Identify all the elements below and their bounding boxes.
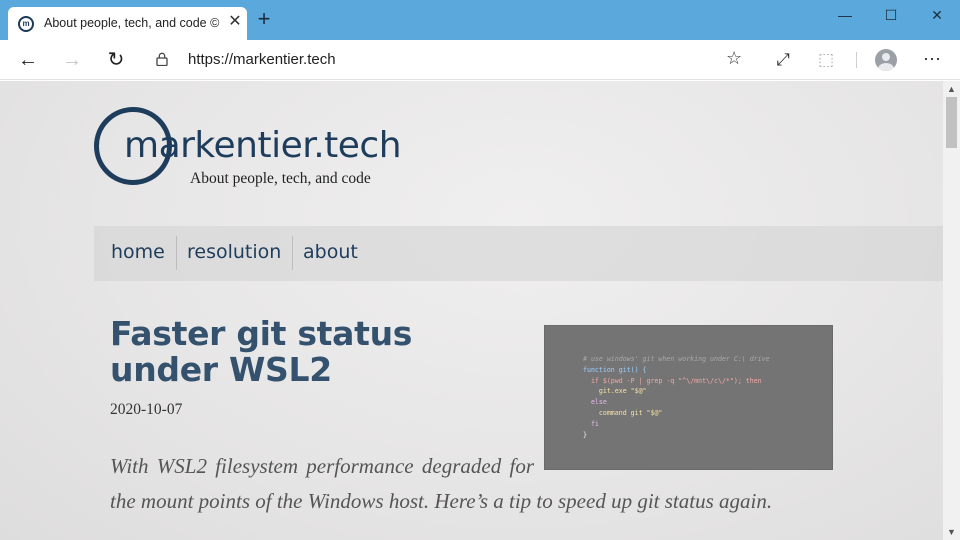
new-tab-button[interactable]: + (252, 8, 276, 32)
close-window-button[interactable]: ✕ (914, 4, 960, 30)
post-title[interactable]: Faster git status under WSL2 (110, 316, 530, 388)
nav-link-home[interactable]: home (111, 238, 165, 266)
more-menu-icon[interactable]: ··· (920, 49, 944, 71)
toolbar-divider (856, 52, 857, 68)
nav-divider (292, 236, 293, 270)
code-line: command git "$@" (598, 408, 663, 417)
profile-avatar-icon[interactable] (875, 49, 897, 71)
post-date: 2020-10-07 (110, 401, 183, 418)
tab-title: About people, tech, and code © (44, 16, 220, 30)
extension-icon[interactable]: ⬚ (815, 49, 837, 71)
nav-divider (176, 236, 177, 270)
refresh-button[interactable]: ↻ (102, 46, 130, 74)
forward-button[interactable]: → (58, 46, 86, 74)
scroll-up-icon[interactable]: ▲ (947, 84, 956, 94)
code-line: function git() { (583, 365, 647, 374)
code-snippet: # use windows' git when working under C:… (583, 354, 770, 440)
excerpt-line: the mount points of the Windows host. He… (110, 489, 773, 513)
site-tagline: About people, tech, and code (190, 170, 371, 187)
browser-tab[interactable]: m About people, tech, and code © ✕ (8, 7, 247, 40)
scrollbar-thumb[interactable] (946, 97, 957, 148)
code-comment: # use windows' git when working under C:… (583, 355, 770, 363)
immersive-reader-icon[interactable]: ⤢ (772, 49, 794, 71)
maximize-button[interactable]: ☐ (868, 4, 914, 30)
nav-link-about[interactable]: about (303, 238, 358, 266)
code-line: git.exe "$@" (598, 387, 647, 396)
site-nav: home resolution about (94, 226, 943, 281)
vertical-scrollbar[interactable]: ▲ ▼ (943, 81, 960, 540)
code-line: } (583, 430, 587, 439)
title-bar: m About people, tech, and code © ✕ + — ☐… (0, 0, 960, 40)
tab-close-icon[interactable]: ✕ (226, 12, 244, 32)
site-logo[interactable]: markentier.tech (124, 125, 402, 166)
page-viewport: markentier.tech About people, tech, and … (0, 81, 943, 540)
browser-toolbar: ← → ↻ https://markentier.tech ☆ ⤢ ⬚ ··· (0, 40, 960, 80)
minimize-button[interactable]: — (822, 4, 868, 30)
code-line: fi (590, 419, 599, 428)
lock-icon (156, 52, 168, 66)
code-line: if $(pwd -P | grep -q "^\/mnt\/c\/*"); t… (590, 376, 762, 385)
url-text[interactable]: https://markentier.tech (188, 51, 336, 68)
favorite-star-icon[interactable]: ☆ (726, 48, 742, 69)
back-button[interactable]: ← (14, 46, 42, 74)
scroll-down-icon[interactable]: ▼ (947, 527, 956, 537)
nav-link-resolution[interactable]: resolution (187, 238, 281, 266)
excerpt-line: With WSL2 filesystem performance degrade… (110, 454, 534, 478)
address-bar[interactable]: https://markentier.tech ☆ (146, 45, 754, 75)
site-favicon-icon: m (18, 16, 34, 32)
post-excerpt: With WSL2 filesystem performance degrade… (110, 449, 790, 519)
code-line: else (590, 398, 607, 407)
